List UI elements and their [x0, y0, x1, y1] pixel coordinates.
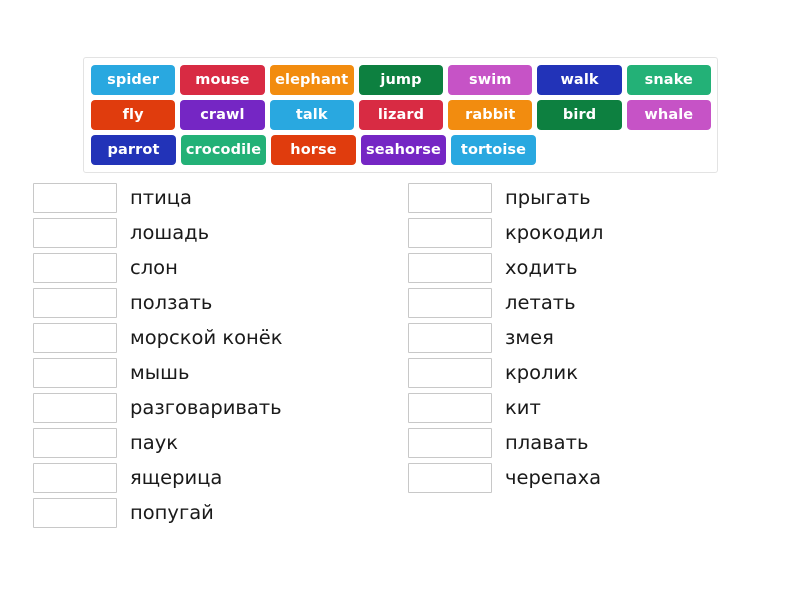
answer-row: морской конёк	[33, 323, 408, 353]
word-tile[interactable]: elephant	[269, 65, 354, 95]
exercise-page: spider mouse elephant jump swim walk snake fly c…	[0, 0, 800, 600]
answer-row: крокодил	[408, 218, 783, 248]
answer-row: змея	[408, 323, 783, 353]
word-tile[interactable]: whale	[626, 100, 711, 130]
answer-row: ходить	[408, 253, 783, 283]
drop-slot[interactable]	[33, 393, 117, 423]
answer-label: слон	[130, 256, 178, 280]
drop-slot[interactable]	[408, 288, 492, 318]
word-tile[interactable]: seahorse	[361, 135, 446, 165]
answer-row: паук	[33, 428, 408, 458]
drop-slot[interactable]	[408, 323, 492, 353]
drop-slot[interactable]	[33, 253, 117, 283]
word-tile[interactable]: spider	[91, 65, 176, 95]
drop-slot[interactable]	[408, 358, 492, 388]
answer-column-right: прыгать крокодил ходить летать змея кролик кит…	[408, 183, 783, 528]
word-tile[interactable]: talk	[269, 100, 354, 130]
answer-label: попугай	[130, 501, 214, 525]
word-tile[interactable]: mouse	[180, 65, 265, 95]
drop-slot[interactable]	[33, 323, 117, 353]
answer-row: слон	[33, 253, 408, 283]
answer-row: кролик	[408, 358, 783, 388]
answer-columns: птица лошадь слон ползать морской конёк мышь р…	[0, 183, 800, 528]
answer-label: кит	[505, 396, 541, 420]
drop-slot[interactable]	[33, 288, 117, 318]
answer-row: летать	[408, 288, 783, 318]
word-tile[interactable]: parrot	[91, 135, 176, 165]
answer-row: кит	[408, 393, 783, 423]
word-bank-row: spider mouse elephant jump swim walk snake	[91, 65, 711, 95]
answer-row: ползать	[33, 288, 408, 318]
drop-slot[interactable]	[408, 183, 492, 213]
drop-slot[interactable]	[408, 463, 492, 493]
answer-label: кролик	[505, 361, 579, 385]
drop-slot[interactable]	[408, 218, 492, 248]
word-tile[interactable]: crocodile	[181, 135, 266, 165]
answer-row: черепаха	[408, 463, 783, 493]
answer-row: ящерица	[33, 463, 408, 493]
answer-row: попугай	[33, 498, 408, 528]
word-tile[interactable]: swim	[448, 65, 533, 95]
answer-label: лошадь	[130, 221, 210, 245]
word-tile[interactable]: crawl	[180, 100, 265, 130]
word-bank-rows: spider mouse elephant jump swim walk snake fly c…	[91, 65, 711, 165]
answer-label: черепаха	[505, 466, 602, 490]
word-tile[interactable]: tortoise	[451, 135, 536, 165]
answer-label: паук	[130, 431, 179, 455]
drop-slot[interactable]	[33, 183, 117, 213]
answer-label: морской конёк	[130, 326, 283, 350]
answer-row: птица	[33, 183, 408, 213]
answer-label: птица	[130, 186, 193, 210]
answer-row: плавать	[408, 428, 783, 458]
answer-label: мышь	[130, 361, 190, 385]
word-tile[interactable]: lizard	[358, 100, 444, 130]
answer-label: ходить	[505, 256, 578, 280]
drop-slot[interactable]	[408, 393, 492, 423]
drop-slot[interactable]	[33, 218, 117, 248]
answer-label: прыгать	[505, 186, 591, 210]
drop-slot[interactable]	[408, 428, 492, 458]
word-tile[interactable]: fly	[91, 100, 176, 130]
drop-slot[interactable]	[33, 498, 117, 528]
word-tile[interactable]: walk	[537, 65, 622, 95]
word-tile[interactable]: rabbit	[448, 100, 533, 130]
word-tile[interactable]: bird	[537, 100, 622, 130]
word-bank: spider mouse elephant jump swim walk snake fly c…	[83, 57, 718, 173]
answer-label: крокодил	[505, 221, 604, 245]
answer-label: ползать	[130, 291, 213, 315]
drop-slot[interactable]	[408, 253, 492, 283]
drop-slot[interactable]	[33, 428, 117, 458]
answer-label: разговаривать	[130, 396, 282, 420]
drop-slot[interactable]	[33, 358, 117, 388]
answer-label: ящерица	[130, 466, 223, 490]
word-tile[interactable]: horse	[271, 135, 356, 165]
answer-row: прыгать	[408, 183, 783, 213]
answer-column-left: птица лошадь слон ползать морской конёк мышь р…	[33, 183, 408, 528]
answer-row: мышь	[33, 358, 408, 388]
word-tile[interactable]: jump	[358, 65, 444, 95]
answer-label: летать	[505, 291, 576, 315]
word-bank-row: parrot crocodile horse seahorse tortoise	[91, 135, 711, 165]
answer-label: плавать	[505, 431, 589, 455]
answer-row: разговаривать	[33, 393, 408, 423]
word-tile[interactable]: snake	[626, 65, 711, 95]
answer-row: лошадь	[33, 218, 408, 248]
drop-slot[interactable]	[33, 463, 117, 493]
word-bank-row: fly crawl talk lizard rabbit bird whale	[91, 100, 711, 130]
answer-label: змея	[505, 326, 554, 350]
